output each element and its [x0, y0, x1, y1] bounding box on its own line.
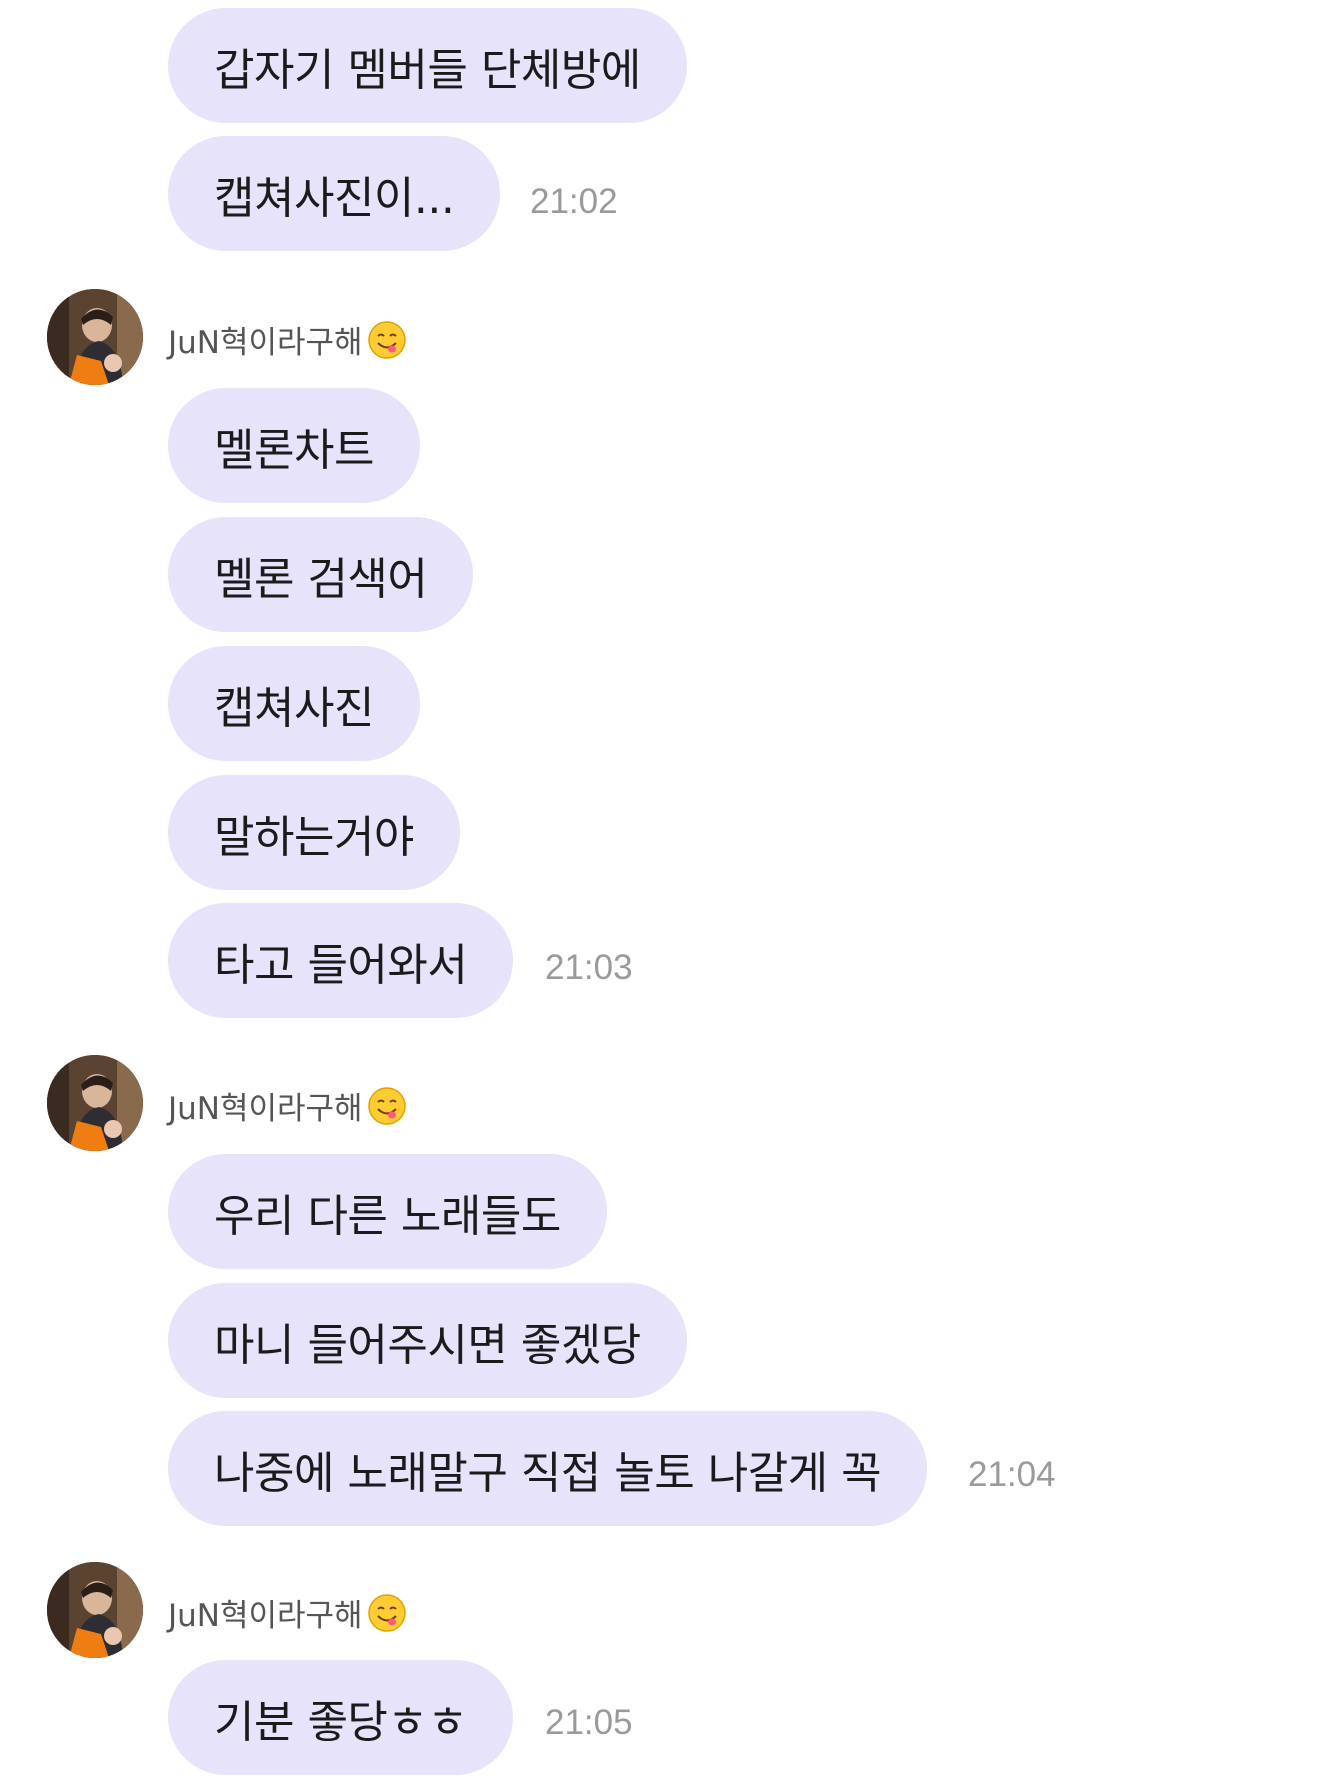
message-text: 나중에 노래말구 직접 놀토 나갈게 꼭: [214, 1447, 882, 1499]
avatar[interactable]: [47, 1055, 143, 1151]
message-bubble[interactable]: 멜론 검색어: [168, 517, 474, 632]
sender-header: JuN혁이라구해: [47, 1055, 647, 1153]
message-text: 마니 들어주시면 좋겠당: [214, 1319, 641, 1371]
message-bubble[interactable]: 마니 들어주시면 좋겠당: [168, 1283, 687, 1398]
avatar[interactable]: [47, 1562, 143, 1658]
sender-name: JuN혁이라구해: [168, 1590, 407, 1635]
message-text: 캡쳐사진: [214, 682, 374, 734]
sender-name-text: JuN혁이라구해: [168, 325, 363, 361]
yum-face-emoji-icon: [367, 320, 407, 360]
yum-face-emoji-icon: [367, 1086, 407, 1126]
message-text: 우리 다른 노래들도: [214, 1190, 561, 1242]
sender-header: JuN혁이라구해: [47, 1562, 647, 1660]
message-text: 멜론차트: [214, 424, 374, 476]
sender-name-text: JuN혁이라구해: [168, 1091, 363, 1127]
message-bubble[interactable]: 타고 들어와서: [168, 903, 514, 1018]
message-time: 21:05: [545, 1703, 633, 1742]
message-bubble[interactable]: 우리 다른 노래들도: [168, 1154, 607, 1269]
message-text: 기분 좋당ㅎㅎ: [214, 1696, 468, 1748]
message-text: 멜론 검색어: [214, 553, 428, 605]
avatar[interactable]: [47, 289, 143, 385]
message-time: 21:03: [545, 948, 633, 987]
message-text: 캡쳐사진이...: [214, 172, 455, 224]
message-bubble[interactable]: 나중에 노래말구 직접 놀토 나갈게 꼭: [168, 1411, 928, 1526]
yum-face-emoji-icon: [367, 1593, 407, 1633]
message-bubble[interactable]: 말하는거야: [168, 775, 460, 890]
message-text: 타고 들어와서: [214, 939, 468, 991]
sender-header: JuN혁이라구해: [47, 289, 647, 387]
message-bubble[interactable]: 캡쳐사진: [168, 646, 420, 761]
message-text: 말하는거야: [214, 811, 414, 863]
message-text: 갑자기 멤버들 단체방에: [214, 44, 641, 96]
message-time: 21:02: [530, 182, 618, 221]
message-bubble[interactable]: 기분 좋당ㅎㅎ: [168, 1660, 514, 1775]
sender-name: JuN혁이라구해: [168, 317, 407, 362]
message-bubble[interactable]: 멜론차트: [168, 388, 420, 503]
message-bubble[interactable]: 캡쳐사진이...: [168, 136, 501, 251]
message-time: 21:04: [968, 1455, 1056, 1494]
sender-name: JuN혁이라구해: [168, 1083, 407, 1128]
sender-name-text: JuN혁이라구해: [168, 1598, 363, 1634]
message-bubble[interactable]: 갑자기 멤버들 단체방에: [168, 8, 687, 123]
